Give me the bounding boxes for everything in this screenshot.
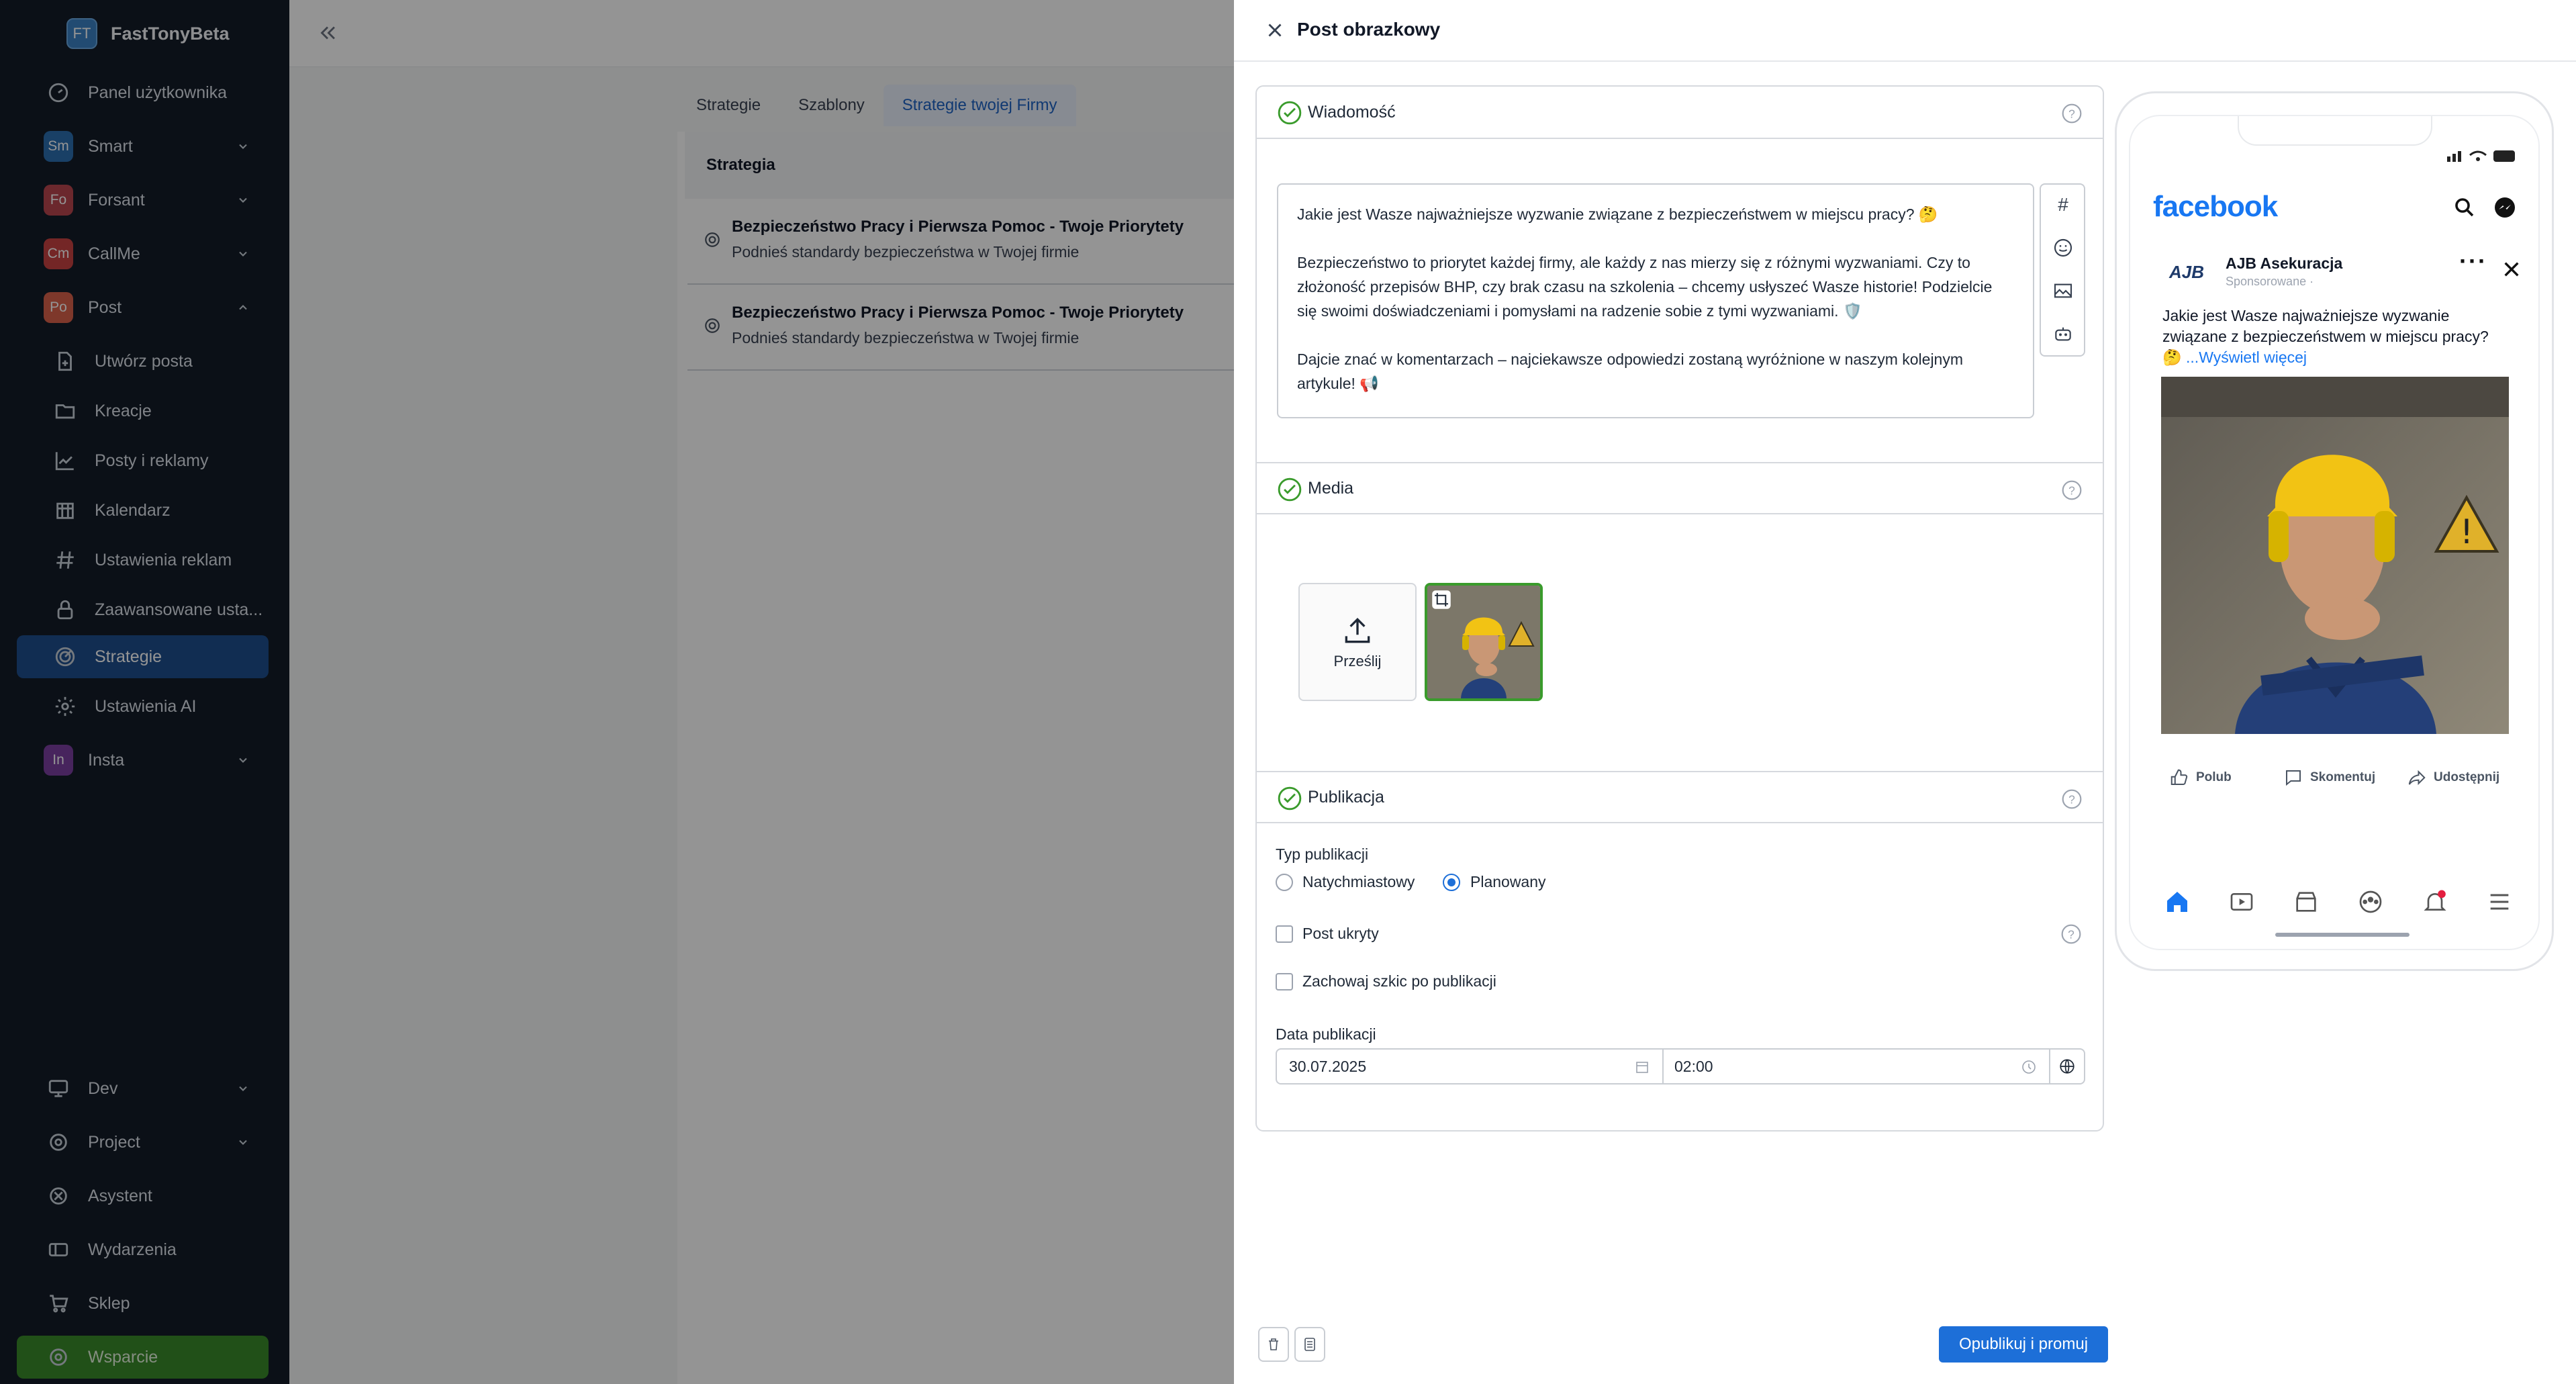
publication-date-label: Data publikacji	[1276, 1025, 1376, 1043]
section-media-header[interactable]: Media ?	[1257, 462, 2103, 514]
home-icon[interactable]	[2164, 888, 2191, 915]
check-circle-icon	[1278, 477, 1302, 502]
share-icon	[2408, 770, 2426, 786]
trash-icon	[1269, 1338, 1278, 1350]
hidden-post-checkbox[interactable]	[1276, 925, 1293, 943]
svg-text:?: ?	[2068, 793, 2075, 806]
publication-type-label: Typ publikacji	[1276, 845, 1369, 863]
page-name[interactable]: AJB Asekuracja	[2226, 255, 2342, 273]
svg-text:?: ?	[2068, 107, 2075, 121]
delete-button[interactable]	[1258, 1327, 1289, 1362]
publish-promote-button[interactable]: Opublikuj i promuj	[1939, 1326, 2108, 1363]
save-draft-button[interactable]	[1294, 1327, 1325, 1362]
upload-label: Prześlij	[1333, 653, 1382, 670]
section-title: Wiadomość	[1308, 102, 1396, 122]
section-title: Publikacja	[1308, 787, 1384, 806]
marketplace-icon[interactable]	[2293, 888, 2320, 915]
home-indicator	[2275, 933, 2410, 937]
like-button[interactable]: Polub	[2169, 768, 2232, 788]
image-icon[interactable]	[2052, 280, 2074, 302]
menu-icon[interactable]	[2486, 888, 2513, 915]
svg-text:?: ?	[2068, 928, 2074, 941]
globe-icon	[2060, 1059, 2074, 1074]
message-paragraph: Jakie jest Wasze najważniejsze wyzwanie …	[1297, 205, 1938, 223]
hashtag-icon[interactable]: #	[2052, 194, 2074, 216]
modal-backdrop[interactable]	[0, 0, 1234, 1384]
time-value: 02:00	[1674, 1057, 1713, 1075]
notifications-icon[interactable]	[2422, 888, 2448, 915]
message-textarea[interactable]: Jakie jest Wasze najważniejsze wyzwanie …	[1277, 183, 2034, 418]
keep-draft-label[interactable]: Zachowaj szkic po publikacji	[1302, 972, 1496, 990]
message-toolbar: #	[2040, 183, 2085, 357]
emoji-icon[interactable]	[2052, 237, 2074, 259]
see-more-link[interactable]: ...Wyświetl więcej	[2186, 349, 2307, 366]
radio-immediate-label[interactable]: Natychmiastowy	[1302, 873, 1415, 891]
worker-photo: !	[2161, 377, 2509, 734]
video-icon[interactable]	[2228, 888, 2255, 915]
hidden-post-label[interactable]: Post ukryty	[1302, 925, 1379, 943]
drawer-header: Post obrazkowy	[1234, 0, 2576, 62]
section-publication-header[interactable]: Publikacja ?	[1257, 771, 2103, 823]
comment-icon	[2286, 770, 2301, 786]
date-input[interactable]: 30.07.2025	[1276, 1048, 1664, 1085]
post-form: Wiadomość ? Jakie jest Wasze najważniejs…	[1255, 85, 2104, 1132]
phone-screen: facebook AJB AJB Asekuracja Sponsorowane…	[2129, 115, 2540, 950]
document-icon	[1304, 1338, 1315, 1351]
status-icons	[2447, 150, 2515, 162]
close-icon[interactable]	[2501, 259, 2522, 280]
preview-post-text: Jakie jest Wasze najważniejsze wyzwanie …	[2162, 307, 2489, 366]
comment-button[interactable]: Skomentuj	[2283, 768, 2375, 788]
phone-notch	[2238, 116, 2432, 146]
post-drawer: Post obrazkowy Wiadomość ? Jakie jest Wa…	[1234, 0, 2576, 1384]
check-circle-icon	[1278, 786, 1302, 811]
date-value: 30.07.2025	[1289, 1057, 1367, 1075]
media-thumbnail[interactable]	[1425, 583, 1543, 701]
calendar-icon	[1636, 1062, 1648, 1073]
crop-icon[interactable]	[1431, 590, 1451, 610]
radio-scheduled-label[interactable]: Planowany	[1470, 873, 1546, 891]
message-paragraph: Bezpieczeństwo to priorytet każdej firmy…	[1297, 254, 1993, 320]
share-button[interactable]: Udostępnij	[2407, 768, 2499, 788]
help-icon[interactable]: ?	[2061, 479, 2083, 501]
help-icon[interactable]: ?	[2061, 788, 2083, 810]
message-paragraph: Dajcie znać w komentarzach – najciekawsz…	[1297, 351, 1964, 392]
page-avatar[interactable]: AJB	[2157, 248, 2216, 296]
svg-text:?: ?	[2068, 484, 2075, 498]
search-icon[interactable]	[2452, 195, 2477, 220]
radio-immediate[interactable]	[1276, 874, 1293, 891]
svg-text:!: !	[2460, 512, 2473, 551]
groups-icon[interactable]	[2357, 888, 2384, 915]
section-message-header[interactable]: Wiadomość ?	[1257, 87, 2103, 139]
radio-scheduled[interactable]	[1443, 874, 1460, 891]
upload-icon	[1345, 617, 1370, 643]
help-icon[interactable]: ?	[2061, 103, 2083, 124]
messenger-icon[interactable]	[2493, 195, 2517, 220]
thumbs-up-icon	[2170, 769, 2188, 785]
time-input[interactable]: 02:00	[1662, 1048, 2050, 1085]
upload-button[interactable]: Prześlij	[1298, 583, 1417, 701]
close-icon[interactable]	[1263, 19, 1286, 42]
timezone-button[interactable]	[2049, 1048, 2085, 1085]
clock-icon	[2022, 1060, 2036, 1074]
section-title: Media	[1308, 478, 1354, 498]
drawer-title: Post obrazkowy	[1297, 19, 1441, 40]
check-circle-icon	[1278, 101, 1302, 125]
keep-draft-checkbox[interactable]	[1276, 973, 1293, 990]
phone-preview: facebook AJB AJB Asekuracja Sponsorowane…	[2115, 91, 2554, 971]
sponsored-label: Sponsorowane ·	[2226, 275, 2314, 288]
ai-robot-icon[interactable]	[2052, 323, 2074, 344]
more-options-icon[interactable]: ···	[2459, 249, 2487, 273]
help-icon[interactable]: ?	[2060, 923, 2082, 945]
facebook-logo: facebook	[2153, 190, 2278, 223]
preview-image[interactable]: !	[2161, 377, 2509, 734]
